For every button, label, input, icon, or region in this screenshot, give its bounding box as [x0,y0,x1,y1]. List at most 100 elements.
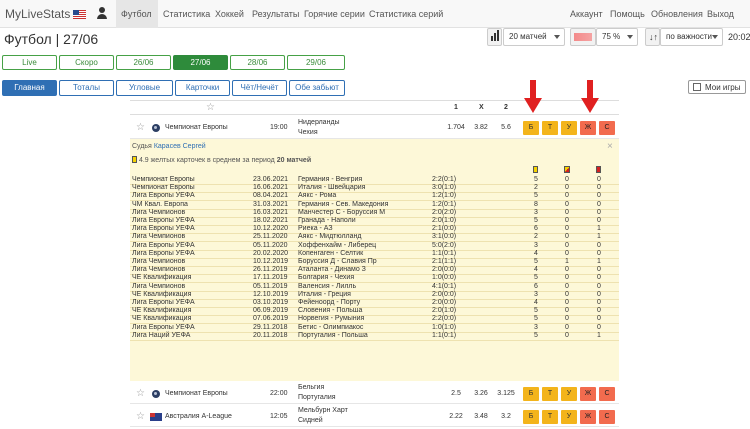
btn-b[interactable]: Б [523,121,539,135]
odd-1[interactable]: 2.22 [445,413,467,420]
date-tab-live[interactable]: Live [2,55,57,70]
history-teams[interactable]: Гранада - Наполи [298,217,356,224]
history-date: 16.03.2021 [253,208,289,216]
my-games-toggle[interactable]: Мои игры [688,80,746,94]
referee-name[interactable]: Карасев Сергей [154,143,206,150]
date-tab-27-06[interactable]: 27/06 [173,55,228,70]
home-team[interactable]: Бельгия [298,384,324,391]
history-league: ЧМ Квал. Европа [132,200,188,208]
nav-help[interactable]: Помощь [610,9,645,19]
color-swatch-box[interactable] [570,28,596,46]
btn-zh[interactable]: Ж [580,121,596,135]
nav-hot-series[interactable]: Горячие серии [304,9,365,19]
btn-zh[interactable]: Ж [580,387,596,401]
filter-tab-corners[interactable]: Угловые [116,80,173,96]
history-teams[interactable]: Манчестер С - Боруссия М [298,209,385,216]
btn-b[interactable]: Б [523,387,539,401]
history-red-count: 0 [597,315,601,323]
history-teams[interactable]: Аякс - Рома [298,192,336,199]
star-icon[interactable]: ☆ [206,102,215,113]
nav-football[interactable]: Футбол [121,9,152,19]
odd-x[interactable]: 3.82 [470,124,492,131]
history-score: 3:1(0:0) [432,233,457,241]
star-icon[interactable]: ☆ [136,122,145,133]
chevron-down-icon [712,35,718,39]
nav-account[interactable]: Аккаунт [570,9,603,19]
my-games-checkbox[interactable] [693,83,701,91]
date-tab-29-06[interactable]: 29/06 [287,55,345,70]
btn-s[interactable]: С [599,387,615,401]
nav-series-stats[interactable]: Статистика серий [369,9,443,19]
user-icon[interactable] [96,7,108,20]
sort-select[interactable]: по важности [660,28,723,46]
history-teams[interactable]: Норвегия - Румыния [298,315,364,322]
away-team[interactable]: Сидней [298,417,323,424]
filter-tab-btts[interactable]: Обе забьют [289,80,345,96]
brand-logo[interactable]: MyLiveStats [5,7,70,21]
odd-2[interactable]: 3.2 [495,413,517,420]
odd-2[interactable]: 3.125 [495,390,517,397]
history-teams[interactable]: Копенгаген - Селтик [298,250,363,257]
btn-t[interactable]: Т [542,387,558,401]
date-tab-26-06[interactable]: 26/06 [116,55,171,70]
btn-b[interactable]: Б [523,410,539,424]
nav-hockey[interactable]: Хоккей [215,9,244,19]
history-teams[interactable]: Германия - Венгрия [298,176,362,183]
filter-tab-main[interactable]: Главная [2,80,57,96]
btn-u[interactable]: У [561,410,577,424]
away-team[interactable]: Чехия [298,129,318,136]
history-teams[interactable]: Италия - Греция [298,291,351,298]
history-teams[interactable]: Италия - Швейцария [298,184,365,191]
percent-select[interactable]: 75 % [596,28,638,46]
odd-x[interactable]: 3.26 [470,390,492,397]
history-teams[interactable]: Португалия - Польша [298,332,368,339]
history-date: 10.12.2019 [253,258,289,265]
home-team[interactable]: Мельбурн Харт [298,407,348,414]
btn-t[interactable]: Т [542,410,558,424]
history-teams[interactable]: Словения - Польша [298,307,362,314]
date-tab-28-06[interactable]: 28/06 [230,55,285,70]
history-teams[interactable]: Хоффенхайм - Либерец [298,242,376,249]
sort-icon-box[interactable]: ↓↑ [645,28,660,46]
star-icon[interactable]: ☆ [136,411,145,422]
star-icon[interactable]: ☆ [136,388,145,399]
history-teams[interactable]: Валенсия - Лилль [298,283,356,290]
history-score: 4:1(0:1) [432,282,457,290]
odd-1[interactable]: 1.704 [445,124,467,131]
away-team[interactable]: Португалия [298,394,336,401]
odd-x[interactable]: 3.48 [470,413,492,420]
nav-results[interactable]: Результаты [252,9,299,19]
btn-u[interactable]: У [561,387,577,401]
filter-tab-odd-even[interactable]: Чёт/Нечёт [232,80,287,96]
history-teams[interactable]: Болгария - Чехия [298,274,354,281]
history-teams[interactable]: Бетис - Олимпиакос [298,324,363,331]
nav-logout[interactable]: Выход [707,9,734,19]
nav-updates[interactable]: Обновления [651,9,703,19]
match-row[interactable]: ☆ Австралия A-League 12:05 Мельбурн Харт… [130,405,619,427]
close-icon[interactable]: × [607,141,613,152]
home-team[interactable]: Нидерланды [298,119,340,126]
us-flag-icon[interactable] [73,10,86,19]
match-row[interactable]: ☆ Чемпионат Европы 19:00 Нидерланды Чехи… [130,116,619,139]
date-tab-soon[interactable]: Скоро [59,55,114,70]
btn-s[interactable]: С [599,410,615,424]
matches-count-select[interactable]: 20 матчей [503,28,565,46]
history-teams[interactable]: Аталанта - Динамо З [298,266,366,273]
chevron-down-icon [554,35,560,39]
history-teams[interactable]: Боруссия Д - Славия Пр [298,258,377,265]
odd-2[interactable]: 5.6 [495,124,517,131]
btn-t[interactable]: Т [542,121,558,135]
history-teams[interactable]: Риека - АЗ [298,225,333,232]
history-teams[interactable]: Германия - Сев. Македония [298,201,388,208]
btn-zh[interactable]: Ж [580,410,596,424]
history-teams[interactable]: Аякс - Мидтюлланд [298,233,361,240]
filter-tab-cards[interactable]: Карточки [175,80,230,96]
btn-s[interactable]: С [599,121,615,135]
history-yellow-red-count: 0 [565,249,569,257]
btn-u[interactable]: У [561,121,577,135]
nav-statistics[interactable]: Статистика [163,9,210,19]
odd-1[interactable]: 2.5 [445,390,467,397]
match-row[interactable]: ☆ Чемпионат Европы 22:00 Бельгия Португа… [130,382,619,404]
filter-tab-totals[interactable]: Тоталы [59,80,114,96]
history-teams[interactable]: Фейеноорд - Порту [298,299,360,306]
